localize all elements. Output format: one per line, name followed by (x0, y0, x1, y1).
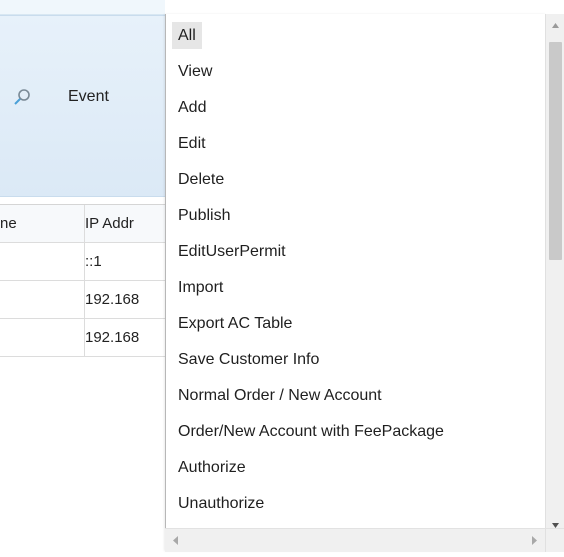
table-cell (0, 243, 84, 280)
scroll-up-button[interactable] (546, 14, 564, 38)
dropdown-option-view[interactable]: View (172, 58, 218, 85)
table-cell (0, 281, 84, 318)
table-cell: ::1 (85, 253, 102, 270)
horizontal-scrollbar[interactable] (165, 528, 545, 552)
table-header-row: ne IP Addr (0, 204, 165, 243)
vertical-scroll-thumb[interactable] (549, 42, 562, 260)
dropdown-option-all[interactable]: All (172, 22, 202, 49)
table-row[interactable]: ::1 (0, 243, 165, 281)
dropdown-option-add[interactable]: Add (172, 94, 212, 121)
up-arrow-icon (546, 23, 564, 42)
dropdown-option-import[interactable]: Import (172, 274, 229, 301)
vertical-scrollbar[interactable] (545, 14, 564, 537)
column-header-name[interactable]: ne (0, 205, 84, 242)
dropdown-option-save-customer-info[interactable]: Save Customer Info (172, 346, 325, 373)
log-table: ne IP Addr ::1 192.168 192.168 (0, 204, 165, 357)
dropdown-option-publish[interactable]: Publish (172, 202, 236, 229)
search-icon[interactable] (14, 88, 32, 106)
dropdown-option-authorize[interactable]: Authorize (172, 454, 252, 481)
left-arrow-icon (165, 536, 187, 556)
background-app: Event ne IP Addr ::1 192.168 192.168 (0, 0, 165, 551)
dropdown-option-unauthorize[interactable]: Unauthorize (172, 490, 270, 517)
dropdown-option-edituserpermit[interactable]: EditUserPermit (172, 238, 292, 265)
event-type-dropdown-list[interactable]: All View Add Edit Delete Publish EditUse… (165, 14, 546, 551)
top-strip (0, 0, 165, 15)
table-row[interactable]: 192.168 (0, 281, 165, 319)
scroll-right-button[interactable] (523, 529, 545, 552)
filter-bar: Event (0, 15, 165, 197)
table-cell (0, 319, 84, 356)
scroll-left-button[interactable] (165, 529, 187, 552)
right-arrow-icon (523, 536, 545, 556)
table-cell: 192.168 (85, 291, 140, 308)
dropdown-option-export-ac-table[interactable]: Export AC Table (172, 310, 298, 337)
dropdown-option-order-new-account-with-feepackage[interactable]: Order/New Account with FeePackage (172, 418, 450, 445)
scrollbar-corner (545, 528, 564, 552)
table-row[interactable]: 192.168 (0, 319, 165, 357)
dropdown-option-normal-order-new-account[interactable]: Normal Order / New Account (172, 382, 388, 409)
dropdown-option-edit[interactable]: Edit (172, 130, 212, 157)
table-cell: 192.168 (85, 329, 140, 346)
dropdown-option-delete[interactable]: Delete (172, 166, 230, 193)
column-header-ip-address[interactable]: IP Addr (85, 205, 165, 242)
event-label: Event (68, 88, 109, 105)
